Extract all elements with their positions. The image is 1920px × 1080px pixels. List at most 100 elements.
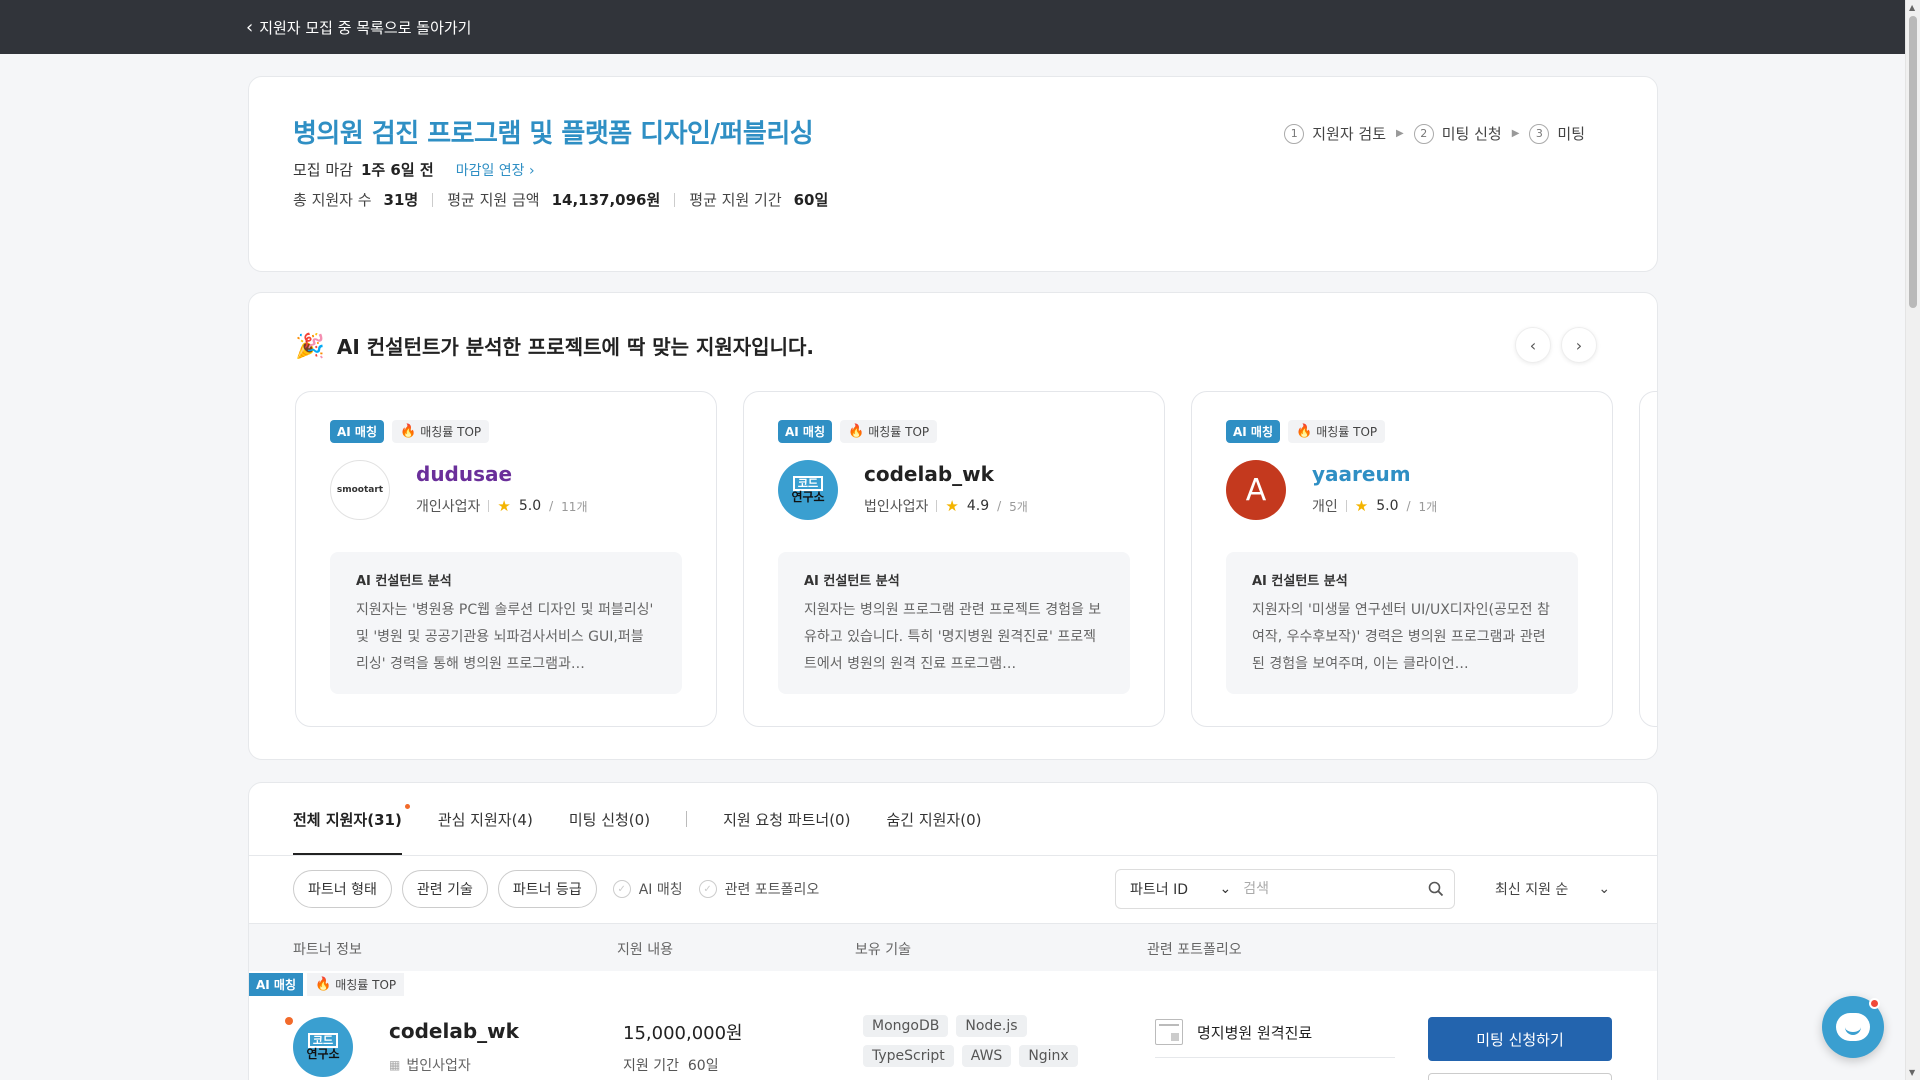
project-title: 병의원 검진 프로그램 및 플랫폼 디자인/퍼블리싱 <box>293 119 814 149</box>
caret-right-icon: ▶ <box>1511 128 1520 139</box>
divider <box>1345 500 1347 512</box>
skill-tag: TypeScript <box>863 1045 954 1067</box>
partner-type: 법인사업자 <box>864 499 929 515</box>
flame-icon: 🔥 <box>1296 424 1313 439</box>
avatar: 코드 연구소 <box>293 1017 353 1077</box>
caret-right-icon: ▶ <box>1396 128 1404 139</box>
project-header-card: 병의원 검진 프로그램 및 플랫폼 디자인/퍼블리싱 모집 마감 1주 6일 전… <box>248 76 1658 272</box>
top-bar: ‹ 지원자 모집 중 목록으로 돌아가기 <box>0 0 1905 54</box>
top-match-label: 매칭률 TOP <box>868 425 930 439</box>
project-stats: 총 지원자 수 31명 평균 지원 금액 14,137,096원 평균 지원 기… <box>293 189 828 210</box>
scroll-up-icon[interactable]: ▲ <box>1909 3 1915 12</box>
badges: AI 매칭 🔥 매칭률 TOP <box>330 420 490 443</box>
chat-bubble-icon <box>1836 1013 1870 1041</box>
flame-icon: 🔥 <box>400 424 417 439</box>
partner-name-link[interactable]: codelab_wk <box>864 462 994 486</box>
stat-value: 14,137,096원 <box>551 191 661 209</box>
step-label: 지원자 검토 <box>1312 125 1387 143</box>
secondary-action-button[interactable] <box>1428 1073 1612 1080</box>
divider <box>432 192 434 207</box>
star-icon: ★ <box>497 497 511 515</box>
filter-related-skills[interactable]: 관련 기술 <box>401 870 488 908</box>
rating-value: 5.0 <box>1376 498 1399 514</box>
sort-dropdown[interactable]: 최신 지원 순 ⌄ <box>1495 879 1610 899</box>
review-count: 5개 <box>1009 499 1028 514</box>
search-field-select[interactable]: 파트너 ID ⌄ <box>1116 879 1243 899</box>
analysis-title: AI 컨설턴트 분석 <box>356 574 452 589</box>
search-icon[interactable] <box>1417 881 1454 897</box>
partner-name-link[interactable]: yaareum <box>1312 462 1411 486</box>
tab-all-applicants[interactable]: 전체 지원자(31) <box>293 783 410 855</box>
recommended-partner-card-partial[interactable] <box>1639 391 1657 727</box>
partner-name-link[interactable]: dudusae <box>416 462 512 486</box>
carousel-prev-button[interactable]: ‹ <box>1515 327 1551 363</box>
tab-hidden-applicants[interactable]: 숨긴 지원자(0) <box>886 783 981 855</box>
ai-analysis-box: AI 컨설턴트 분석 지원자는 '병원용 PC웹 솔루션 디자인 및 퍼블리싱'… <box>330 552 682 694</box>
skill-tag: Nginx <box>1019 1045 1078 1067</box>
period-value: 60일 <box>687 1058 719 1074</box>
recommended-partner-card[interactable]: AI 매칭 🔥 매칭률 TOP smootart dudusae 개인사업자 ★ … <box>295 391 717 727</box>
ai-analysis-box: AI 컨설턴트 분석 지원자의 '미생물 연구센터 UI/UX디자인(공모전 참… <box>1226 552 1578 694</box>
back-to-list-link[interactable]: ‹ 지원자 모집 중 목록으로 돌아가기 <box>246 17 471 38</box>
top-match-label: 매칭률 TOP <box>1316 425 1378 439</box>
period-label: 지원 기간 <box>623 1058 679 1074</box>
avatar-logo-text-bottom: 연구소 <box>306 1047 340 1062</box>
column-header: 지원 내용 <box>617 942 673 958</box>
avatar: smootart <box>330 460 390 520</box>
review-count: 11개 <box>561 499 588 514</box>
extend-deadline-label: 마감일 연장 <box>455 162 525 179</box>
column-header: 관련 포트폴리오 <box>1147 942 1242 958</box>
portfolio-thumbnail-icon <box>1155 1019 1183 1045</box>
deadline-info: 모집 마감 1주 6일 전 마감일 연장 › <box>293 159 535 180</box>
search-input[interactable] <box>1243 881 1418 897</box>
avatar: 코드 연구소 <box>778 460 838 520</box>
tab-meeting-requests[interactable]: 미팅 신청(0) <box>569 783 650 855</box>
scrollbar-thumb[interactable] <box>1909 16 1917 308</box>
skill-tag: Node.js <box>956 1015 1027 1037</box>
tab-label: 숨긴 지원자(0) <box>886 810 982 829</box>
page-scrollbar[interactable]: ▲ ▼ <box>1905 0 1920 1080</box>
scroll-down-icon[interactable]: ▼ <box>1909 1068 1915 1077</box>
party-popper-icon: 🎉 <box>295 331 325 360</box>
row-badges: AI 매칭 🔥 매칭률 TOP <box>249 973 405 996</box>
chat-support-button[interactable] <box>1822 996 1884 1058</box>
table-header: 파트너 정보 지원 내용 보유 기술 관련 포트폴리오 <box>249 923 1657 971</box>
deadline-label: 모집 마감 <box>293 161 353 179</box>
partner-type: 개인 <box>1312 499 1338 515</box>
top-match-badge: 🔥 매칭률 TOP <box>392 420 490 443</box>
filter-partner-type[interactable]: 파트너 형태 <box>293 870 392 908</box>
analysis-title: AI 컨설턴트 분석 <box>804 574 900 589</box>
ai-match-badge: AI 매칭 <box>778 420 833 443</box>
step-meeting: 3 미팅 <box>1529 123 1585 144</box>
ai-analysis-box: AI 컨설턴트 분석 지원자는 병의원 프로그램 관련 프로젝트 경험을 보유하… <box>778 552 1130 694</box>
skill-tags: MongoDB Node.js TypeScript AWS Nginx <box>863 1015 1093 1067</box>
partner-name-link[interactable]: codelab_wk <box>389 1019 519 1043</box>
ai-match-checkbox[interactable]: ✓ AI 매칭 <box>612 879 683 899</box>
recommended-partner-card[interactable]: AI 매칭 🔥 매칭률 TOP A yaareum 개인 ★ 5.0 / 1개 A… <box>1191 391 1613 727</box>
slash-separator: / <box>997 499 1002 513</box>
column-header: 파트너 정보 <box>293 942 362 958</box>
divider <box>686 811 688 827</box>
portfolio-link[interactable]: 명지병원 원격진료 <box>1155 1019 1395 1058</box>
ai-recommendation-section: 🎉 AI 컨설턴트가 분석한 프로젝트에 딱 맞는 지원자입니다. ‹ › AI… <box>248 292 1658 760</box>
carousel-next-button[interactable]: › <box>1561 327 1597 363</box>
star-icon: ★ <box>945 497 959 515</box>
notification-dot <box>1869 998 1880 1009</box>
partner-meta: 법인사업자 ★ 4.9 / 5개 <box>864 496 1028 516</box>
related-portfolio-checkbox[interactable]: ✓ 관련 포트폴리오 <box>698 879 819 899</box>
stat-label: 평균 지원 금액 <box>447 191 540 209</box>
flame-icon: 🔥 <box>848 424 865 439</box>
slash-separator: / <box>1406 499 1411 513</box>
search-field-value: 파트너 ID <box>1130 882 1188 898</box>
star-icon: ★ <box>1354 497 1369 515</box>
analysis-text: 지원자는 '병원용 PC웹 솔루션 디자인 및 퍼블리싱' 및 '병원 및 공공… <box>356 602 654 672</box>
request-meeting-button[interactable]: 미팅 신청하기 <box>1428 1017 1612 1061</box>
tab-requested-partners[interactable]: 지원 요청 파트너(0) <box>723 783 850 855</box>
extend-deadline-link[interactable]: 마감일 연장 › <box>456 160 535 180</box>
chevron-right-icon: › <box>1575 335 1583 355</box>
tab-interested-applicants[interactable]: 관심 지원자(4) <box>438 783 533 855</box>
application-amount: 15,000,000원 <box>623 1023 743 1044</box>
recommended-partner-card[interactable]: AI 매칭 🔥 매칭률 TOP 코드 연구소 codelab_wk 법인사업자 ★… <box>743 391 1165 727</box>
filter-partner-grade[interactable]: 파트너 등급 <box>497 870 597 908</box>
tab-label: 전체 지원자(31) <box>293 810 402 829</box>
